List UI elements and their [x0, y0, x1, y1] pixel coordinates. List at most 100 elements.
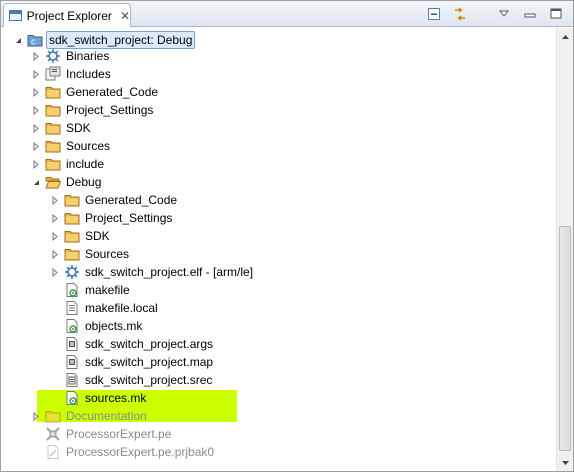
tree-item-generated-code[interactable]: Generated_Code — [31, 83, 160, 101]
folder-icon — [45, 408, 61, 424]
collapsed-arrow-icon[interactable] — [50, 263, 60, 281]
tree-item-label: makefile — [85, 283, 130, 297]
tree-item-label: makefile.local — [85, 301, 158, 315]
tree-item-processorexpert-pe[interactable]: ProcessorExpert.pe — [31, 425, 173, 443]
folder-icon — [45, 156, 61, 172]
scroll-up-icon[interactable] — [557, 28, 573, 45]
minimize-icon[interactable] — [521, 5, 539, 23]
link-editor-icon[interactable] — [451, 5, 469, 23]
svg-text:C: C — [31, 39, 36, 47]
collapsed-arrow-icon[interactable] — [31, 83, 41, 101]
vertical-scrollbar[interactable] — [556, 28, 573, 471]
binaries-icon — [45, 48, 61, 64]
folder-icon — [45, 120, 61, 136]
project-tree: Csdk_switch_project: Debug Binaries Includ… — [1, 28, 557, 471]
tree-item-generated-code[interactable]: Generated_Code — [50, 191, 179, 209]
tree-item-label: SDK — [85, 229, 110, 243]
tree-item-label: Project_Settings — [66, 103, 154, 117]
tree-item-project-settings[interactable]: Project_Settings — [50, 209, 174, 227]
tree-item-processorexpert-pe-prjbak0[interactable]: ProcessorExpert.pe.prjbak0 — [31, 443, 216, 461]
expanded-arrow-icon[interactable] — [31, 173, 41, 191]
project-icon: C — [27, 32, 43, 48]
collapsed-arrow-icon[interactable] — [31, 155, 41, 173]
folder-icon — [64, 228, 80, 244]
make-file-icon — [64, 282, 80, 298]
collapse-all-icon[interactable] — [425, 5, 443, 23]
folder-open-icon — [45, 174, 62, 190]
collapsed-arrow-icon[interactable] — [31, 47, 41, 65]
view-icon — [8, 9, 23, 23]
collapsed-arrow-icon[interactable] — [50, 191, 60, 209]
collapsed-arrow-icon[interactable] — [31, 407, 41, 425]
tab-label: Project Explorer — [26, 8, 112, 23]
folder-icon — [45, 102, 61, 118]
collapsed-arrow-icon[interactable] — [31, 119, 41, 137]
make-file-icon — [64, 390, 80, 406]
tree-item-sdk[interactable]: SDK — [31, 119, 93, 137]
tree-item-label: Documentation — [66, 409, 147, 423]
tree-item-sdk-switch-project-args[interactable]: sdk_switch_project.args — [50, 335, 215, 353]
tree-item-sdk[interactable]: SDK — [50, 227, 112, 245]
collapsed-arrow-icon[interactable] — [31, 65, 41, 83]
tree-item-label: sdk_switch_project.srec — [85, 373, 213, 387]
folder-icon — [45, 84, 61, 100]
text-file-icon — [64, 300, 80, 316]
tree-item-documentation[interactable]: Documentation — [31, 407, 149, 425]
tree-item-label: Includes — [66, 67, 111, 81]
scrollbar-thumb[interactable] — [559, 226, 571, 451]
tree-item-label: sdk_switch_project.map — [85, 355, 214, 369]
tree-item-sources[interactable]: Sources — [50, 245, 131, 263]
tab-project-explorer[interactable]: Project Explorer ✕ — [3, 3, 131, 27]
tree-item-makefile[interactable]: makefile — [50, 281, 132, 299]
generic-file-icon — [64, 336, 80, 352]
tree-item-label: Debug — [66, 175, 102, 189]
tree-item-label: SDK — [66, 121, 91, 135]
tree-item-sources-mk[interactable]: sources.mk — [50, 389, 148, 407]
tree-item-label: ProcessorExpert.pe — [66, 427, 172, 441]
maximize-icon[interactable] — [547, 5, 565, 23]
collapsed-arrow-icon[interactable] — [31, 101, 41, 119]
processor-expert-icon — [45, 426, 61, 442]
collapsed-arrow-icon[interactable] — [50, 245, 60, 263]
tree-item-sdk-switch-project-elf-arm-le[interactable]: sdk_switch_project.elf - [arm/le] — [50, 263, 255, 281]
folder-icon — [45, 138, 61, 154]
folder-icon — [64, 246, 80, 262]
tree-item-project-settings[interactable]: Project_Settings — [31, 101, 155, 119]
close-icon[interactable]: ✕ — [120, 10, 130, 22]
tree-item-include[interactable]: include — [31, 155, 106, 173]
expanded-arrow-icon[interactable] — [13, 31, 23, 49]
tree-item-label: ProcessorExpert.pe.prjbak0 — [66, 445, 215, 459]
view-menu-icon[interactable] — [495, 5, 513, 23]
scroll-down-icon[interactable] — [557, 454, 573, 471]
tree-item-label: Sources — [66, 139, 111, 153]
view-titlebar: Project Explorer ✕ — [1, 1, 573, 27]
tree-item-includes[interactable]: Includes — [31, 65, 113, 83]
tree-item-sources[interactable]: Sources — [31, 137, 112, 155]
tree-item-label: Generated_Code — [85, 193, 178, 207]
tree-item-label: include — [66, 157, 105, 171]
tree-item-label: sdk_switch_project.args — [85, 337, 214, 351]
tree-item-binaries[interactable]: Binaries — [31, 47, 111, 65]
collapsed-arrow-icon[interactable] — [50, 209, 60, 227]
tree-item-sdk-switch-project-srec[interactable]: sdk_switch_project.srec — [50, 371, 214, 389]
includes-icon — [45, 66, 61, 82]
tree-item-makefile-local[interactable]: makefile.local — [50, 299, 160, 317]
generic-file-icon — [64, 354, 80, 370]
tree-item-objects-mk[interactable]: objects.mk — [50, 317, 144, 335]
collapsed-arrow-icon[interactable] — [50, 227, 60, 245]
tree-item-debug[interactable]: Debug — [31, 173, 103, 191]
tree-item-sdk-switch-project-map[interactable]: sdk_switch_project.map — [50, 353, 215, 371]
project-explorer-panel: Project Explorer ✕ Csdk_switch_project: — [0, 0, 574, 472]
tree-item-label: sources.mk — [85, 391, 147, 405]
collapsed-arrow-icon[interactable] — [31, 137, 41, 155]
